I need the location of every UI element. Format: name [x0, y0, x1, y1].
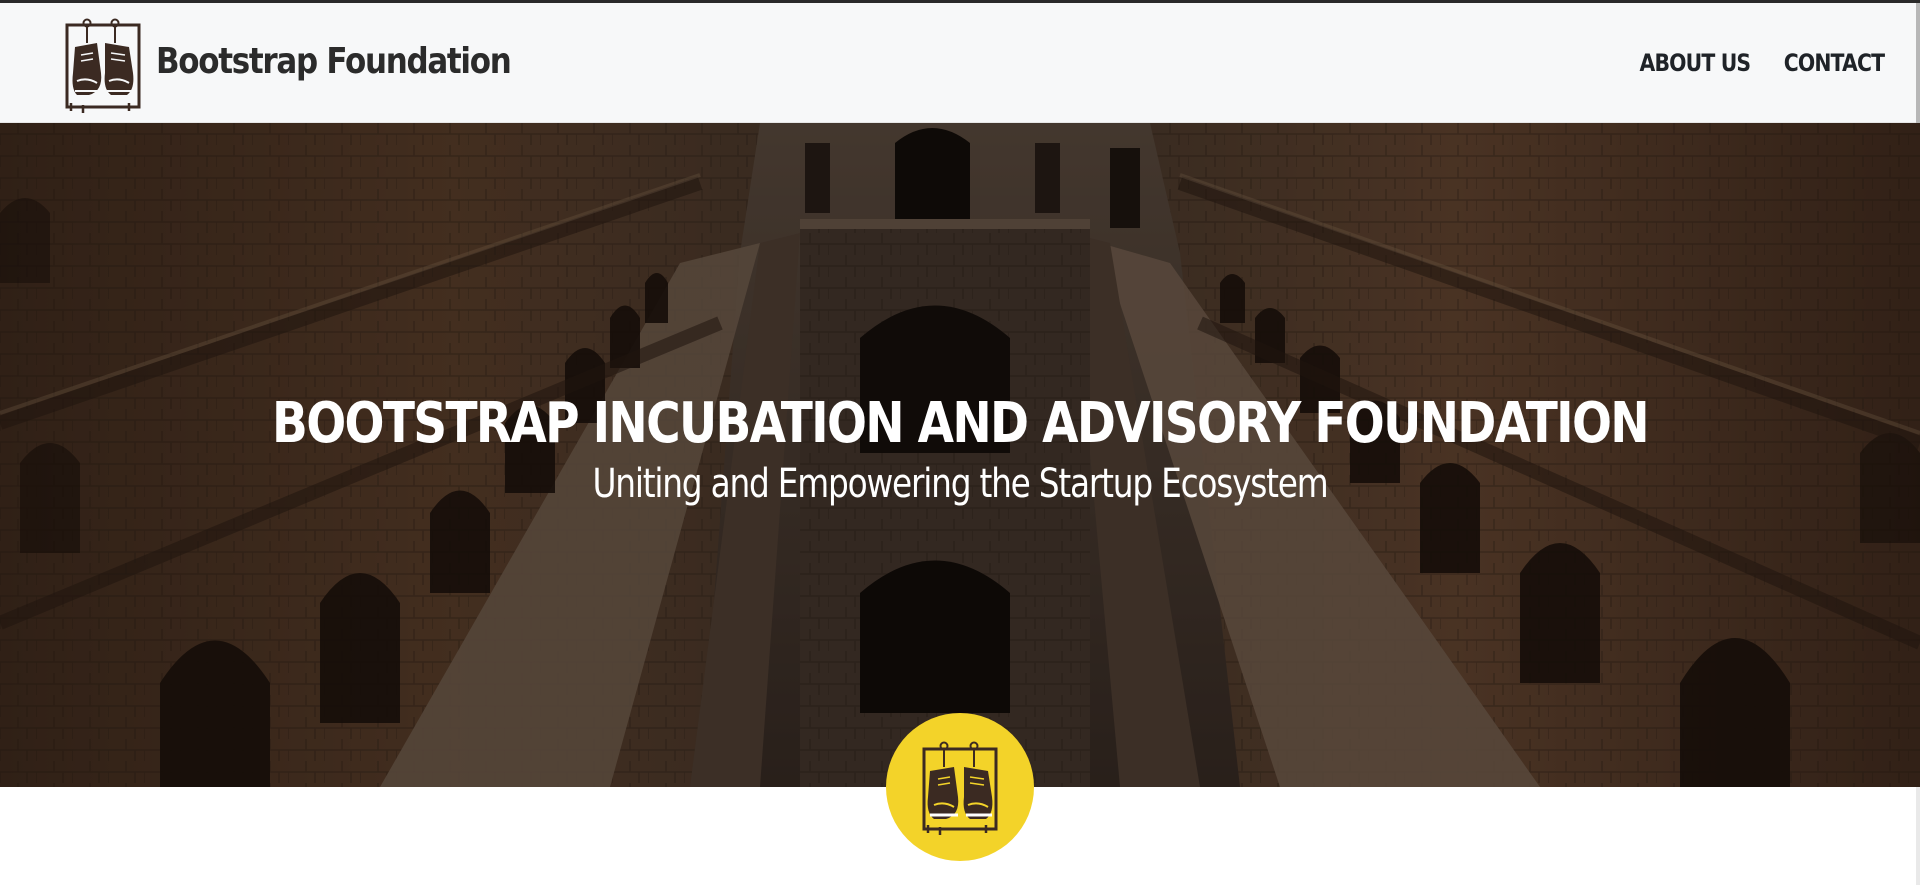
nav-about-us[interactable]: ABOUT US [1639, 49, 1751, 77]
nav-contact[interactable]: CONTACT [1784, 49, 1885, 77]
brand-name: Bootstrap Foundation [156, 40, 512, 82]
logo-badge [886, 713, 1034, 861]
nav-links: ABOUT US CONTACT [1620, 49, 1885, 77]
hero-section: BOOTSTRAP INCUBATION AND ADVISORY FOUNDA… [0, 123, 1920, 787]
hanging-sneakers-icon [922, 741, 998, 835]
hanging-sneakers-icon [65, 18, 141, 113]
brand-link[interactable]: Bootstrap Foundation [62, 17, 568, 113]
top-navbar: Bootstrap Foundation ABOUT US CONTACT [0, 3, 1920, 123]
hero-subtitle: Uniting and Empowering the Startup Ecosy… [592, 461, 1329, 507]
scrollbar-thumb[interactable] [1916, 3, 1920, 123]
hero-title: BOOTSTRAP INCUBATION AND ADVISORY FOUNDA… [272, 391, 1650, 456]
